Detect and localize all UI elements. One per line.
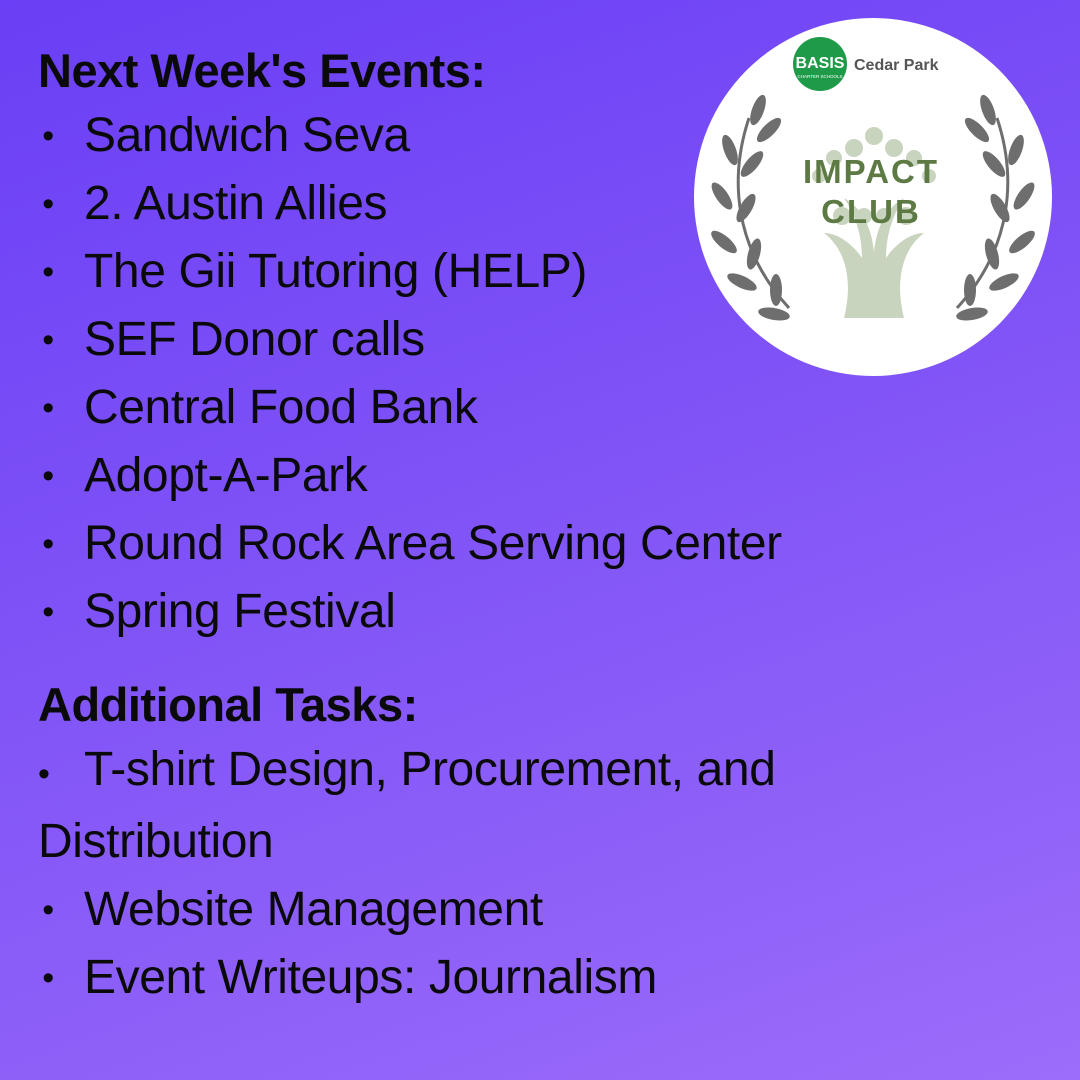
left-laurel-icon: [711, 94, 791, 321]
logo-graphic: BASIS CHARTER SCHOOLS Cedar Park IMPACT …: [711, 37, 1035, 321]
bullet: •: [42, 891, 54, 929]
tasks-list: • T-shirt Design, Procurement, and Distri…: [38, 736, 938, 1012]
basis-label: BASIS: [796, 55, 845, 72]
list-item: • T-shirt Design, Procurement, and Distri…: [38, 736, 938, 876]
list-item: • Central Food Bank: [38, 374, 938, 442]
right-laurel-icon: [955, 94, 1035, 321]
impact-club-logo: BASIS CHARTER SCHOOLS Cedar Park IMPACT …: [694, 18, 1052, 376]
basis-sub-label: CHARTER SCHOOLS: [798, 74, 843, 79]
club-title-line1: IMPACT: [803, 153, 939, 190]
bullet: •: [42, 117, 54, 155]
bullet: •: [42, 185, 54, 223]
bullet: •: [42, 959, 54, 997]
list-item-label: The Gii Tutoring (HELP): [84, 245, 587, 298]
list-item: • Adopt-A-Park: [38, 442, 938, 510]
bullet: •: [42, 321, 54, 359]
list-item-label: 2. Austin Allies: [84, 177, 388, 230]
club-title-line2: CLUB: [821, 193, 921, 230]
list-item: • Event Writeups: Journalism: [38, 944, 938, 1012]
list-item-label: T-shirt Design, Procurement, and Distrib…: [38, 743, 776, 868]
tasks-heading: Additional Tasks:: [38, 678, 418, 731]
bullet: •: [42, 525, 54, 563]
bullet: •: [42, 389, 54, 427]
list-item-label: Event Writeups: Journalism: [84, 951, 657, 1004]
bullet: •: [42, 593, 54, 631]
list-item-label: Website Management: [84, 883, 543, 936]
bullet: •: [42, 253, 54, 291]
list-item: • Round Rock Area Serving Center: [38, 510, 938, 578]
list-item-label: SEF Donor calls: [84, 313, 425, 366]
list-item-label: Spring Festival: [84, 585, 396, 638]
bullet: •: [42, 457, 54, 495]
list-item-label: Sandwich Seva: [84, 109, 410, 162]
campus-label: Cedar Park: [854, 57, 939, 74]
list-item-label: Round Rock Area Serving Center: [84, 517, 782, 570]
list-item-label: Central Food Bank: [84, 381, 478, 434]
list-item-label: Adopt-A-Park: [84, 449, 368, 502]
list-item: • Website Management: [38, 876, 938, 944]
list-item: • Spring Festival: [38, 578, 938, 646]
bullet: •: [38, 755, 50, 793]
